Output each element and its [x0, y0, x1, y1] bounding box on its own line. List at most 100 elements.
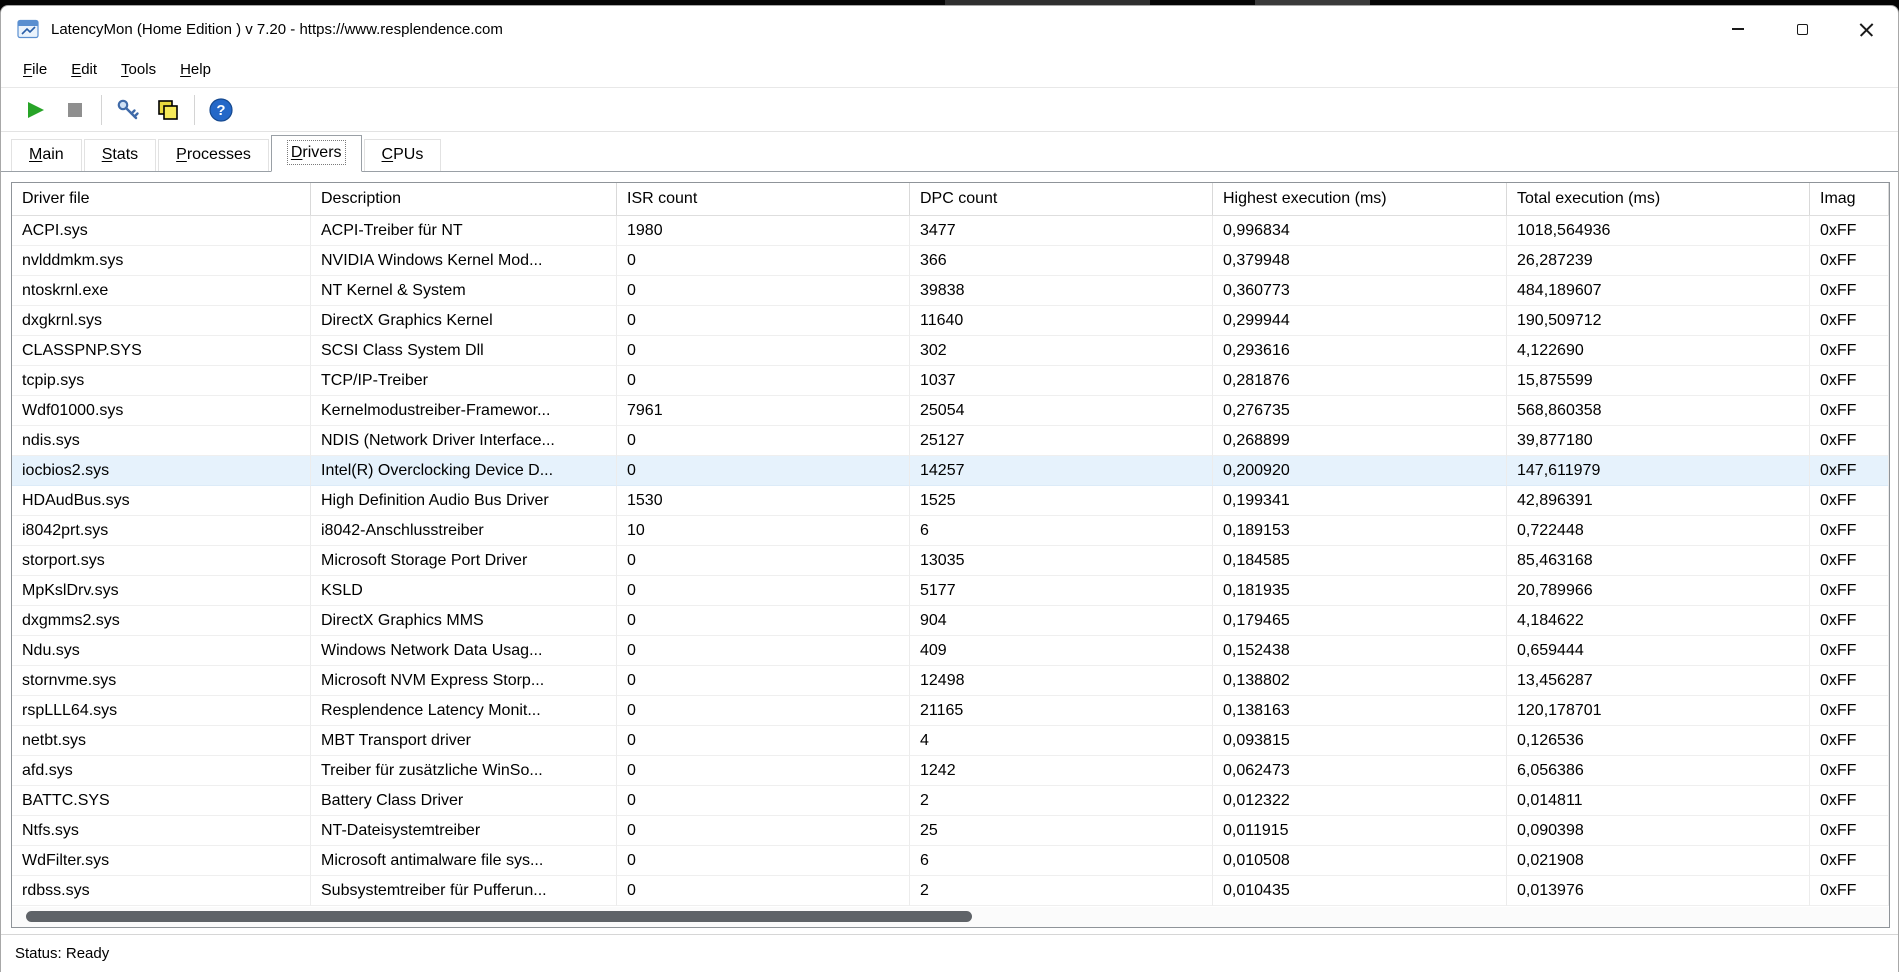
tab-processes[interactable]: Processes [158, 139, 269, 171]
table-cell: 0 [617, 366, 910, 396]
analyze-button[interactable] [108, 92, 148, 128]
play-icon [28, 101, 44, 118]
table-row[interactable]: ndis.sys NDIS (Network Driver Interface.… [12, 426, 1889, 456]
table-cell: Kernelmodustreiber-Framewor... [311, 396, 617, 426]
table-row[interactable]: nvlddmkm.sys NVIDIA Windows Kernel Mod..… [12, 246, 1889, 276]
column-header-highest-execution[interactable]: Highest execution (ms) [1213, 183, 1507, 215]
column-header-dpc-count[interactable]: DPC count [910, 183, 1213, 215]
column-header-total-execution[interactable]: Total execution (ms) [1507, 183, 1810, 215]
table-row[interactable]: i8042prt.sys i8042-Anschlusstreiber 10 6… [12, 516, 1889, 546]
table-cell: ACPI.sys [12, 216, 311, 246]
table-row[interactable]: netbt.sys MBT Transport driver 0 4 0,093… [12, 726, 1889, 756]
table-cell: NVIDIA Windows Kernel Mod... [311, 246, 617, 276]
table-cell: 6 [910, 516, 1213, 546]
start-monitor-button[interactable] [15, 92, 55, 128]
table-cell: KSLD [311, 576, 617, 606]
table-cell: 147,611979 [1507, 456, 1810, 486]
app-icon[interactable] [17, 18, 39, 40]
table-cell: 11640 [910, 306, 1213, 336]
table-row[interactable]: rspLLL64.sys Resplendence Latency Monit.… [12, 696, 1889, 726]
table-cell: 0 [617, 696, 910, 726]
column-header-isr-count[interactable]: ISR count [617, 183, 910, 215]
table-row[interactable]: storport.sys Microsoft Storage Port Driv… [12, 546, 1889, 576]
table-cell: MBT Transport driver [311, 726, 617, 756]
table-row[interactable]: dxgmms2.sys DirectX Graphics MMS 0 904 0… [12, 606, 1889, 636]
table-cell: 39838 [910, 276, 1213, 306]
table-row[interactable]: HDAudBus.sys High Definition Audio Bus D… [12, 486, 1889, 516]
menu-file[interactable]: File [11, 56, 59, 83]
status-bar: Status: Ready [1, 934, 1898, 972]
table-cell: 0,011915 [1213, 816, 1507, 846]
table-row[interactable]: stornvme.sys Microsoft NVM Express Storp… [12, 666, 1889, 696]
maximize-button[interactable] [1770, 6, 1834, 52]
table-cell: 12498 [910, 666, 1213, 696]
table-row[interactable]: WdFilter.sys Microsoft antimalware file … [12, 846, 1889, 876]
stop-monitor-button[interactable] [55, 92, 95, 128]
table-cell: 0xFF [1810, 666, 1889, 696]
table-cell: 0,184585 [1213, 546, 1507, 576]
table-cell: 0,268899 [1213, 426, 1507, 456]
table-cell: MpKslDrv.sys [12, 576, 311, 606]
table-row[interactable]: Wdf01000.sys Kernelmodustreiber-Framewor… [12, 396, 1889, 426]
menu-bar: File Edit Tools Help [1, 52, 1898, 88]
column-header-image[interactable]: Imag [1810, 183, 1889, 215]
table-cell: 85,463168 [1507, 546, 1810, 576]
tab-stats[interactable]: Stats [83, 139, 157, 171]
table-cell: 484,189607 [1507, 276, 1810, 306]
table-row[interactable]: BATTC.SYS Battery Class Driver 0 2 0,012… [12, 786, 1889, 816]
table-row[interactable]: MpKslDrv.sys KSLD 0 5177 0,181935 20,789… [12, 576, 1889, 606]
table-row[interactable]: ntoskrnl.exe NT Kernel & System 0 39838 … [12, 276, 1889, 306]
table-row[interactable]: tcpip.sys TCP/IP-Treiber 0 1037 0,281876… [12, 366, 1889, 396]
table-row[interactable]: iocbios2.sys Intel(R) Overclocking Devic… [12, 456, 1889, 486]
copy-report-button[interactable] [148, 92, 188, 128]
table-row[interactable]: Ntfs.sys NT-Dateisystemtreiber 0 25 0,01… [12, 816, 1889, 846]
tab-main[interactable]: Main [11, 139, 82, 171]
table-cell: 0xFF [1810, 426, 1889, 456]
table-cell: 0xFF [1810, 576, 1889, 606]
table-cell: SCSI Class System Dll [311, 336, 617, 366]
help-button[interactable]: ? [201, 92, 241, 128]
table-row[interactable]: rdbss.sys Subsystemtreiber für Pufferun.… [12, 876, 1889, 906]
tab-cpus[interactable]: CPUs [363, 139, 442, 171]
tab-drivers[interactable]: Drivers [270, 135, 362, 172]
table-row[interactable]: afd.sys Treiber für zusätzliche WinSo...… [12, 756, 1889, 786]
menu-help[interactable]: Help [168, 56, 223, 83]
table-row[interactable]: ACPI.sys ACPI-Treiber für NT 1980 3477 0… [12, 216, 1889, 246]
table-cell: 0 [617, 876, 910, 906]
table-cell: 0xFF [1810, 636, 1889, 666]
table-cell: 0,276735 [1213, 396, 1507, 426]
minimize-button[interactable] [1706, 6, 1770, 52]
table-cell: 0xFF [1810, 276, 1889, 306]
table-cell: dxgmms2.sys [12, 606, 311, 636]
table-cell: 0xFF [1810, 486, 1889, 516]
table-cell: 0 [617, 576, 910, 606]
copy-layers-icon [158, 99, 178, 120]
menu-edit[interactable]: Edit [59, 56, 109, 83]
close-button[interactable] [1834, 6, 1898, 52]
status-text: Status: Ready [15, 945, 110, 962]
table-row[interactable]: CLASSPNP.SYS SCSI Class System Dll 0 302… [12, 336, 1889, 366]
table-row[interactable]: Ndu.sys Windows Network Data Usag... 0 4… [12, 636, 1889, 666]
horizontal-scrollbar-thumb[interactable] [26, 911, 972, 922]
table-cell: 0,996834 [1213, 216, 1507, 246]
table-cell: 0xFF [1810, 516, 1889, 546]
table-cell: 25 [910, 816, 1213, 846]
column-header-driver-file[interactable]: Driver file [12, 183, 311, 215]
table-cell: WdFilter.sys [12, 846, 311, 876]
menu-tools[interactable]: Tools [109, 56, 168, 83]
table-header-row: Driver file Description ISR count DPC co… [12, 183, 1889, 216]
table-cell: 0xFF [1810, 816, 1889, 846]
table-cell: 0 [617, 756, 910, 786]
table-cell: 0xFF [1810, 846, 1889, 876]
table-cell: 409 [910, 636, 1213, 666]
table-cell: 0,010508 [1213, 846, 1507, 876]
table-cell: 0 [617, 816, 910, 846]
table-cell: 0 [617, 306, 910, 336]
table-cell: 0,010435 [1213, 876, 1507, 906]
table-cell: rdbss.sys [12, 876, 311, 906]
table-cell: 0,093815 [1213, 726, 1507, 756]
column-header-description[interactable]: Description [311, 183, 617, 215]
table-cell: dxgkrnl.sys [12, 306, 311, 336]
table-row[interactable]: dxgkrnl.sys DirectX Graphics Kernel 0 11… [12, 306, 1889, 336]
horizontal-scrollbar[interactable] [12, 907, 1889, 927]
